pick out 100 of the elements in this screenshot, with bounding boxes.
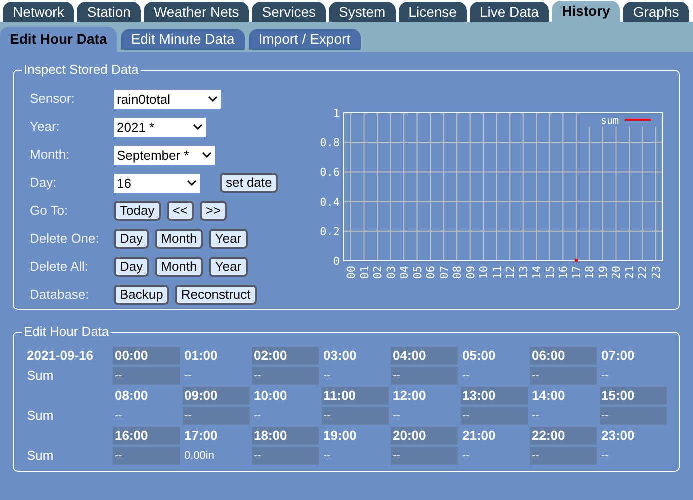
hour-value[interactable]: -- bbox=[391, 407, 458, 425]
nav-tab[interactable]: License bbox=[398, 2, 467, 22]
date-label: 2021-09-16 bbox=[27, 347, 94, 366]
hour-value[interactable]: -- bbox=[600, 407, 666, 425]
action-button[interactable]: >> bbox=[200, 201, 228, 221]
field-label: Delete All: bbox=[30, 258, 90, 276]
hour-header: 13:00 bbox=[460, 387, 528, 405]
hour-value[interactable]: -- bbox=[322, 407, 388, 425]
x-tick-label: 18 bbox=[584, 266, 597, 280]
dropdown[interactable]: September * bbox=[114, 146, 215, 164]
action-button[interactable]: Year bbox=[209, 257, 248, 277]
action-button[interactable]: Year bbox=[209, 229, 248, 249]
hour-header: 22:00 bbox=[530, 427, 597, 445]
x-tick-label: 14 bbox=[530, 266, 544, 280]
x-tick-label: 01 bbox=[358, 266, 372, 280]
hour-value[interactable]: -- bbox=[322, 367, 388, 385]
hour-value[interactable]: -- bbox=[530, 447, 597, 465]
row-label: Sum bbox=[27, 407, 55, 426]
x-tick-label: 15 bbox=[544, 266, 557, 280]
hour-value[interactable]: -- bbox=[252, 407, 319, 425]
hour-value[interactable]: -- bbox=[113, 447, 180, 465]
x-tick-label: 22 bbox=[636, 266, 650, 280]
chevron-down-icon bbox=[202, 152, 212, 158]
x-tick-label: 04 bbox=[398, 266, 412, 280]
hour-value[interactable]: -- bbox=[113, 407, 180, 425]
action-button[interactable]: Backup bbox=[114, 285, 170, 305]
nav-tab[interactable]: History bbox=[552, 1, 620, 22]
hour-value[interactable]: -- bbox=[600, 367, 666, 385]
action-button[interactable]: Today bbox=[114, 201, 161, 221]
hour-value[interactable]: -- bbox=[391, 447, 458, 465]
data-point bbox=[574, 259, 578, 262]
hour-value[interactable]: -- bbox=[182, 407, 250, 425]
hour-header: 04:00 bbox=[391, 347, 458, 365]
fieldset-legend: Inspect Stored Data bbox=[22, 62, 141, 78]
x-tick-label: 19 bbox=[596, 266, 610, 280]
hour-header: 14:00 bbox=[531, 387, 566, 405]
y-tick-label: 1 bbox=[333, 107, 340, 120]
chevron-down-icon bbox=[193, 124, 203, 130]
nav-tab[interactable]: Network bbox=[3, 2, 74, 22]
hour-value[interactable]: -- bbox=[600, 447, 666, 465]
sub-tab[interactable]: Edit Minute Data bbox=[121, 29, 245, 50]
hour-value[interactable]: -- bbox=[322, 447, 388, 465]
dropdown[interactable]: rain0total bbox=[114, 90, 221, 108]
hour-value[interactable]: -- bbox=[252, 447, 319, 465]
nav-tab[interactable]: Services bbox=[252, 2, 326, 22]
nav-tab[interactable]: Weather Nets bbox=[144, 2, 250, 22]
hour-value[interactable]: 0.00in bbox=[182, 447, 250, 465]
action-button[interactable]: Month bbox=[155, 257, 204, 277]
hour-header: 20:00 bbox=[391, 427, 458, 445]
dropdown[interactable]: 16 bbox=[114, 174, 200, 192]
action-button[interactable]: << bbox=[166, 201, 194, 221]
y-tick-label: 0 bbox=[333, 255, 340, 268]
hour-header: 17:00 bbox=[184, 427, 219, 445]
row-label: Sum bbox=[27, 447, 55, 466]
hour-value[interactable]: -- bbox=[252, 367, 319, 385]
action-button[interactable]: Day bbox=[114, 257, 150, 277]
field-label: Sensor: bbox=[30, 90, 76, 108]
hour-header: 01:00 bbox=[184, 347, 219, 365]
dropdown[interactable]: 2021 * bbox=[114, 118, 206, 136]
x-tick-label: 12 bbox=[504, 266, 518, 280]
x-tick-label: 05 bbox=[411, 266, 424, 280]
hour-value[interactable]: -- bbox=[460, 407, 528, 425]
x-tick-label: 21 bbox=[623, 266, 636, 280]
sub-tab[interactable]: Import / Export bbox=[248, 29, 361, 50]
nav-tab[interactable]: Graphs bbox=[623, 2, 690, 22]
hour-value[interactable]: -- bbox=[182, 367, 250, 385]
hour-value[interactable]: -- bbox=[530, 367, 597, 385]
action-button[interactable]: Day bbox=[114, 229, 150, 249]
hour-value[interactable]: -- bbox=[391, 367, 458, 385]
row-label: Sum bbox=[27, 367, 55, 386]
x-tick-label: 03 bbox=[384, 266, 398, 280]
hour-header: 09:00 bbox=[182, 387, 250, 405]
field-label: Database: bbox=[30, 286, 90, 304]
hour-value[interactable]: -- bbox=[113, 367, 180, 385]
y-tick-label: 0.6 bbox=[320, 166, 340, 180]
field-label: Delete One: bbox=[30, 230, 100, 248]
nav-tab[interactable]: Live Data bbox=[470, 2, 550, 22]
x-tick-label: 09 bbox=[464, 266, 478, 280]
legend-label: sum bbox=[600, 116, 619, 127]
hour-header: 02:00 bbox=[252, 347, 319, 365]
action-button[interactable]: set date bbox=[220, 173, 278, 193]
hour-header: 23:00 bbox=[600, 427, 636, 445]
x-tick-label: 08 bbox=[451, 266, 464, 280]
action-button[interactable]: Reconstruct bbox=[175, 285, 257, 305]
hour-header: 00:00 bbox=[113, 347, 180, 365]
x-tick-label: 17 bbox=[570, 266, 584, 280]
x-tick-label: 10 bbox=[478, 266, 491, 280]
x-tick-label: 20 bbox=[610, 266, 624, 280]
nav-tab[interactable]: System bbox=[328, 2, 396, 22]
nav-tab[interactable]: Station bbox=[77, 2, 141, 22]
hour-header: 18:00 bbox=[252, 427, 319, 445]
hour-value[interactable]: -- bbox=[460, 367, 528, 385]
field-label: Go To: bbox=[30, 202, 70, 220]
sub-tab[interactable]: Edit Hour Data bbox=[0, 27, 118, 52]
hour-value[interactable]: -- bbox=[460, 447, 528, 465]
action-button[interactable]: Month bbox=[155, 229, 204, 249]
hour-value[interactable]: -- bbox=[530, 407, 597, 425]
hour-header: 16:00 bbox=[113, 427, 180, 445]
hour-header: 12:00 bbox=[392, 387, 428, 405]
y-tick-label: 0.2 bbox=[320, 225, 340, 238]
